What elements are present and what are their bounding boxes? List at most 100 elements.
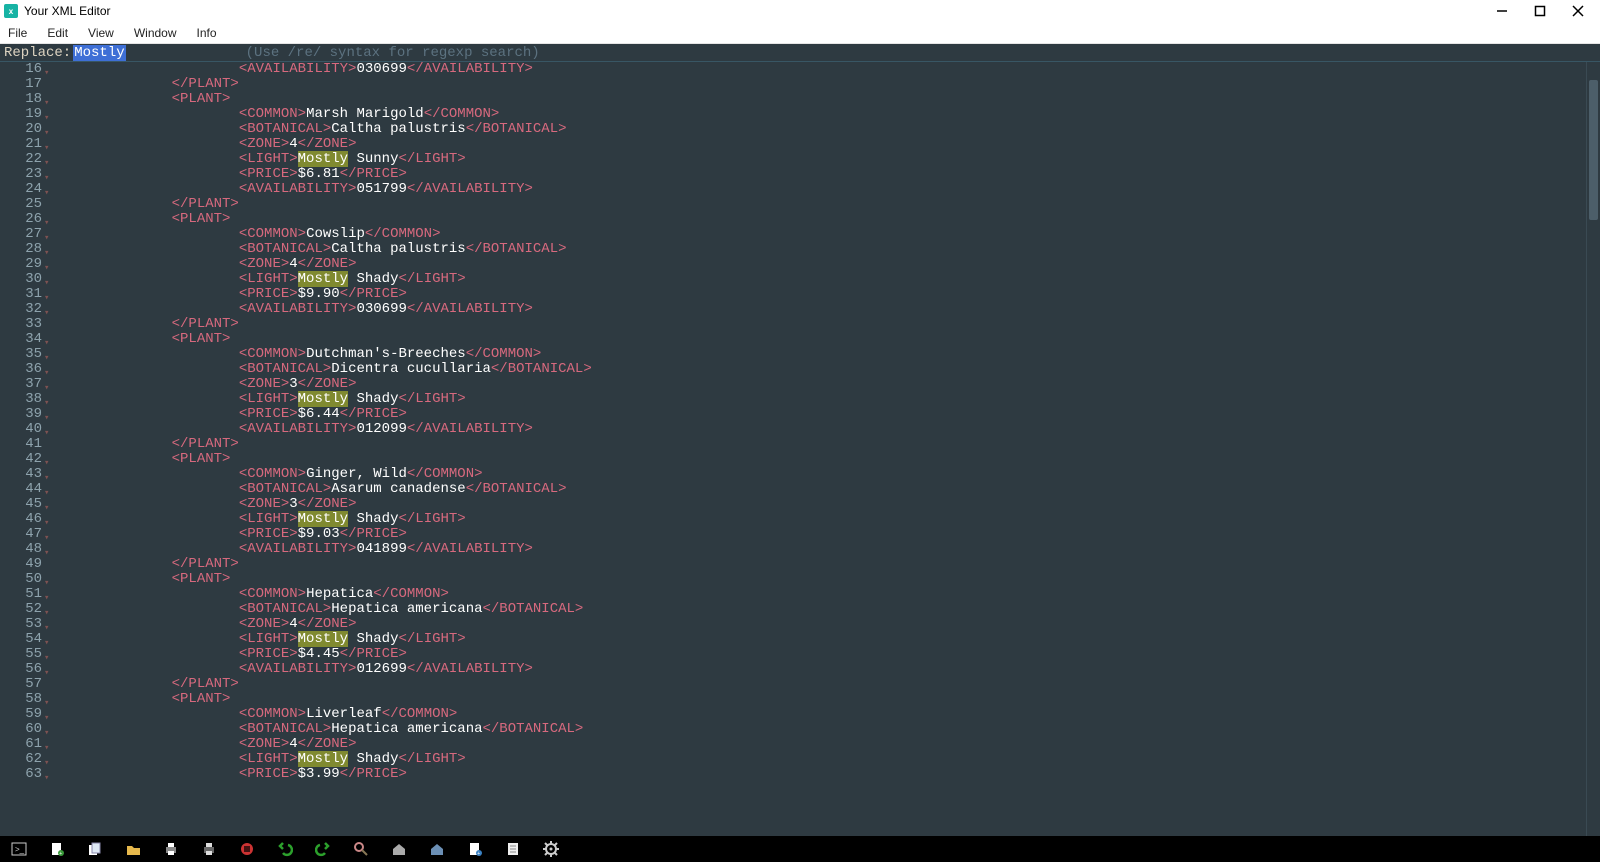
fold-marker-icon[interactable]: ▾ [44,452,54,467]
minimize-button[interactable] [1492,1,1512,21]
fold-marker-icon[interactable]: ▾ [44,752,54,767]
fold-marker-icon[interactable]: ▾ [44,257,54,272]
code-line[interactable]: 51▾ <COMMON>Hepatica</COMMON> [0,587,1600,602]
code-line[interactable]: 28▾ <BOTANICAL>Caltha palustris</BOTANIC… [0,242,1600,257]
code-line[interactable]: 39▾ <PRICE>$6.44</PRICE> [0,407,1600,422]
code-content[interactable]: <AVAILABILITY>051799</AVAILABILITY> [54,182,533,197]
code-line[interactable]: 41 </PLANT> [0,437,1600,452]
home-icon[interactable] [390,840,408,858]
code-line[interactable]: 23▾ <PRICE>$6.81</PRICE> [0,167,1600,182]
new-file-icon[interactable]: + [48,840,66,858]
fold-marker-icon[interactable]: ▾ [44,737,54,752]
code-line[interactable]: 38▾ <LIGHT>Mostly Shady</LIGHT> [0,392,1600,407]
code-content[interactable]: <COMMON>Cowslip</COMMON> [54,227,441,242]
fold-marker-icon[interactable]: ▾ [44,662,54,677]
code-line[interactable]: 19▾ <COMMON>Marsh Marigold</COMMON> [0,107,1600,122]
code-content[interactable]: <PRICE>$6.44</PRICE> [54,407,407,422]
fold-marker-icon[interactable]: ▾ [44,332,54,347]
code-line[interactable]: 62▾ <LIGHT>Mostly Shady</LIGHT> [0,752,1600,767]
code-line[interactable]: 37▾ <ZONE>3</ZONE> [0,377,1600,392]
fold-marker-icon[interactable]: ▾ [44,272,54,287]
code-line[interactable]: 45▾ <ZONE>3</ZONE> [0,497,1600,512]
code-line[interactable]: 21▾ <ZONE>4</ZONE> [0,137,1600,152]
code-line[interactable]: 27▾ <COMMON>Cowslip</COMMON> [0,227,1600,242]
close-button[interactable] [1568,1,1588,21]
code-line[interactable]: 55▾ <PRICE>$4.45</PRICE> [0,647,1600,662]
code-content[interactable]: <PLANT> [54,452,230,467]
search-icon[interactable] [352,840,370,858]
maximize-button[interactable] [1530,1,1550,21]
code-line[interactable]: 18▾ <PLANT> [0,92,1600,107]
code-content[interactable]: <PLANT> [54,572,230,587]
code-line[interactable]: 61▾ <ZONE>4</ZONE> [0,737,1600,752]
code-content[interactable]: <LIGHT>Mostly Shady</LIGHT> [54,752,466,767]
code-content[interactable]: <COMMON>Dutchman's-Breeches</COMMON> [54,347,541,362]
code-line[interactable]: 29▾ <ZONE>4</ZONE> [0,257,1600,272]
code-content[interactable]: <PLANT> [54,212,230,227]
fold-marker-icon[interactable]: ▾ [44,767,54,782]
scrollbar-thumb[interactable] [1589,80,1598,220]
code-content[interactable]: <LIGHT>Mostly Shady</LIGHT> [54,272,466,287]
code-line[interactable]: 26▾ <PLANT> [0,212,1600,227]
code-line[interactable]: 60▾ <BOTANICAL>Hepatica americana</BOTAN… [0,722,1600,737]
files-icon[interactable] [86,840,104,858]
code-content[interactable]: <ZONE>4</ZONE> [54,137,356,152]
fold-marker-icon[interactable]: ▾ [44,212,54,227]
fold-marker-icon[interactable]: ▾ [44,92,54,107]
fold-marker-icon[interactable]: ▾ [44,632,54,647]
fold-marker-icon[interactable]: ▾ [44,692,54,707]
code-content[interactable]: </PLANT> [54,557,239,572]
code-content[interactable]: <LIGHT>Mostly Shady</LIGHT> [54,632,466,647]
code-content[interactable]: </PLANT> [54,77,239,92]
code-content[interactable]: <ZONE>3</ZONE> [54,497,356,512]
code-content[interactable]: <LIGHT>Mostly Sunny</LIGHT> [54,152,466,167]
printer2-icon[interactable] [200,840,218,858]
fold-marker-icon[interactable]: ▾ [44,527,54,542]
fold-marker-icon[interactable]: ▾ [44,167,54,182]
stop-icon[interactable] [238,840,256,858]
code-content[interactable]: <BOTANICAL>Caltha palustris</BOTANICAL> [54,122,567,137]
code-line[interactable]: 24▾ <AVAILABILITY>051799</AVAILABILITY> [0,182,1600,197]
fold-marker-icon[interactable]: ▾ [44,287,54,302]
code-content[interactable]: </PLANT> [54,437,239,452]
code-line[interactable]: 53▾ <ZONE>4</ZONE> [0,617,1600,632]
code-content[interactable]: </PLANT> [54,197,239,212]
fold-marker-icon[interactable] [44,317,54,332]
fold-marker-icon[interactable]: ▾ [44,392,54,407]
code-content[interactable]: <AVAILABILITY>030699</AVAILABILITY> [54,62,533,77]
code-content[interactable]: <AVAILABILITY>030699</AVAILABILITY> [54,302,533,317]
code-content[interactable]: <COMMON>Marsh Marigold</COMMON> [54,107,499,122]
code-line[interactable]: 57 </PLANT> [0,677,1600,692]
fold-marker-icon[interactable]: ▾ [44,137,54,152]
code-line[interactable]: 48▾ <AVAILABILITY>041899</AVAILABILITY> [0,542,1600,557]
redo-icon[interactable] [314,840,332,858]
replace-input[interactable]: Mostly [73,45,125,61]
terminal-icon[interactable]: >_ [10,840,28,858]
code-editor[interactable]: 16▾ <AVAILABILITY>030699</AVAILABILITY> 1… [0,62,1600,836]
fold-marker-icon[interactable]: ▾ [44,407,54,422]
code-line[interactable]: 22▾ <LIGHT>Mostly Sunny</LIGHT> [0,152,1600,167]
code-line[interactable]: 32▾ <AVAILABILITY>030699</AVAILABILITY> [0,302,1600,317]
fold-marker-icon[interactable]: ▾ [44,377,54,392]
fold-marker-icon[interactable]: ▾ [44,62,54,77]
gear-icon[interactable] [542,840,560,858]
code-content[interactable]: <BOTANICAL>Hepatica americana</BOTANICAL… [54,722,583,737]
fold-marker-icon[interactable]: ▾ [44,182,54,197]
code-line[interactable]: 59▾ <COMMON>Liverleaf</COMMON> [0,707,1600,722]
code-line[interactable]: 40▾ <AVAILABILITY>012099</AVAILABILITY> [0,422,1600,437]
fold-marker-icon[interactable]: ▾ [44,347,54,362]
code-content[interactable]: <BOTANICAL>Caltha palustris</BOTANICAL> [54,242,567,257]
fold-marker-icon[interactable] [44,197,54,212]
code-line[interactable]: 16▾ <AVAILABILITY>030699</AVAILABILITY> [0,62,1600,77]
code-content[interactable]: </PLANT> [54,677,239,692]
fold-marker-icon[interactable]: ▾ [44,302,54,317]
fold-marker-icon[interactable]: ▾ [44,707,54,722]
page-plus-icon[interactable]: + [466,840,484,858]
code-content[interactable]: <LIGHT>Mostly Shady</LIGHT> [54,392,466,407]
menu-window[interactable]: Window [130,24,181,42]
code-line[interactable]: 46▾ <LIGHT>Mostly Shady</LIGHT> [0,512,1600,527]
fold-marker-icon[interactable]: ▾ [44,497,54,512]
menu-info[interactable]: Info [193,24,221,42]
code-line[interactable]: 34▾ <PLANT> [0,332,1600,347]
undo-icon[interactable] [276,840,294,858]
